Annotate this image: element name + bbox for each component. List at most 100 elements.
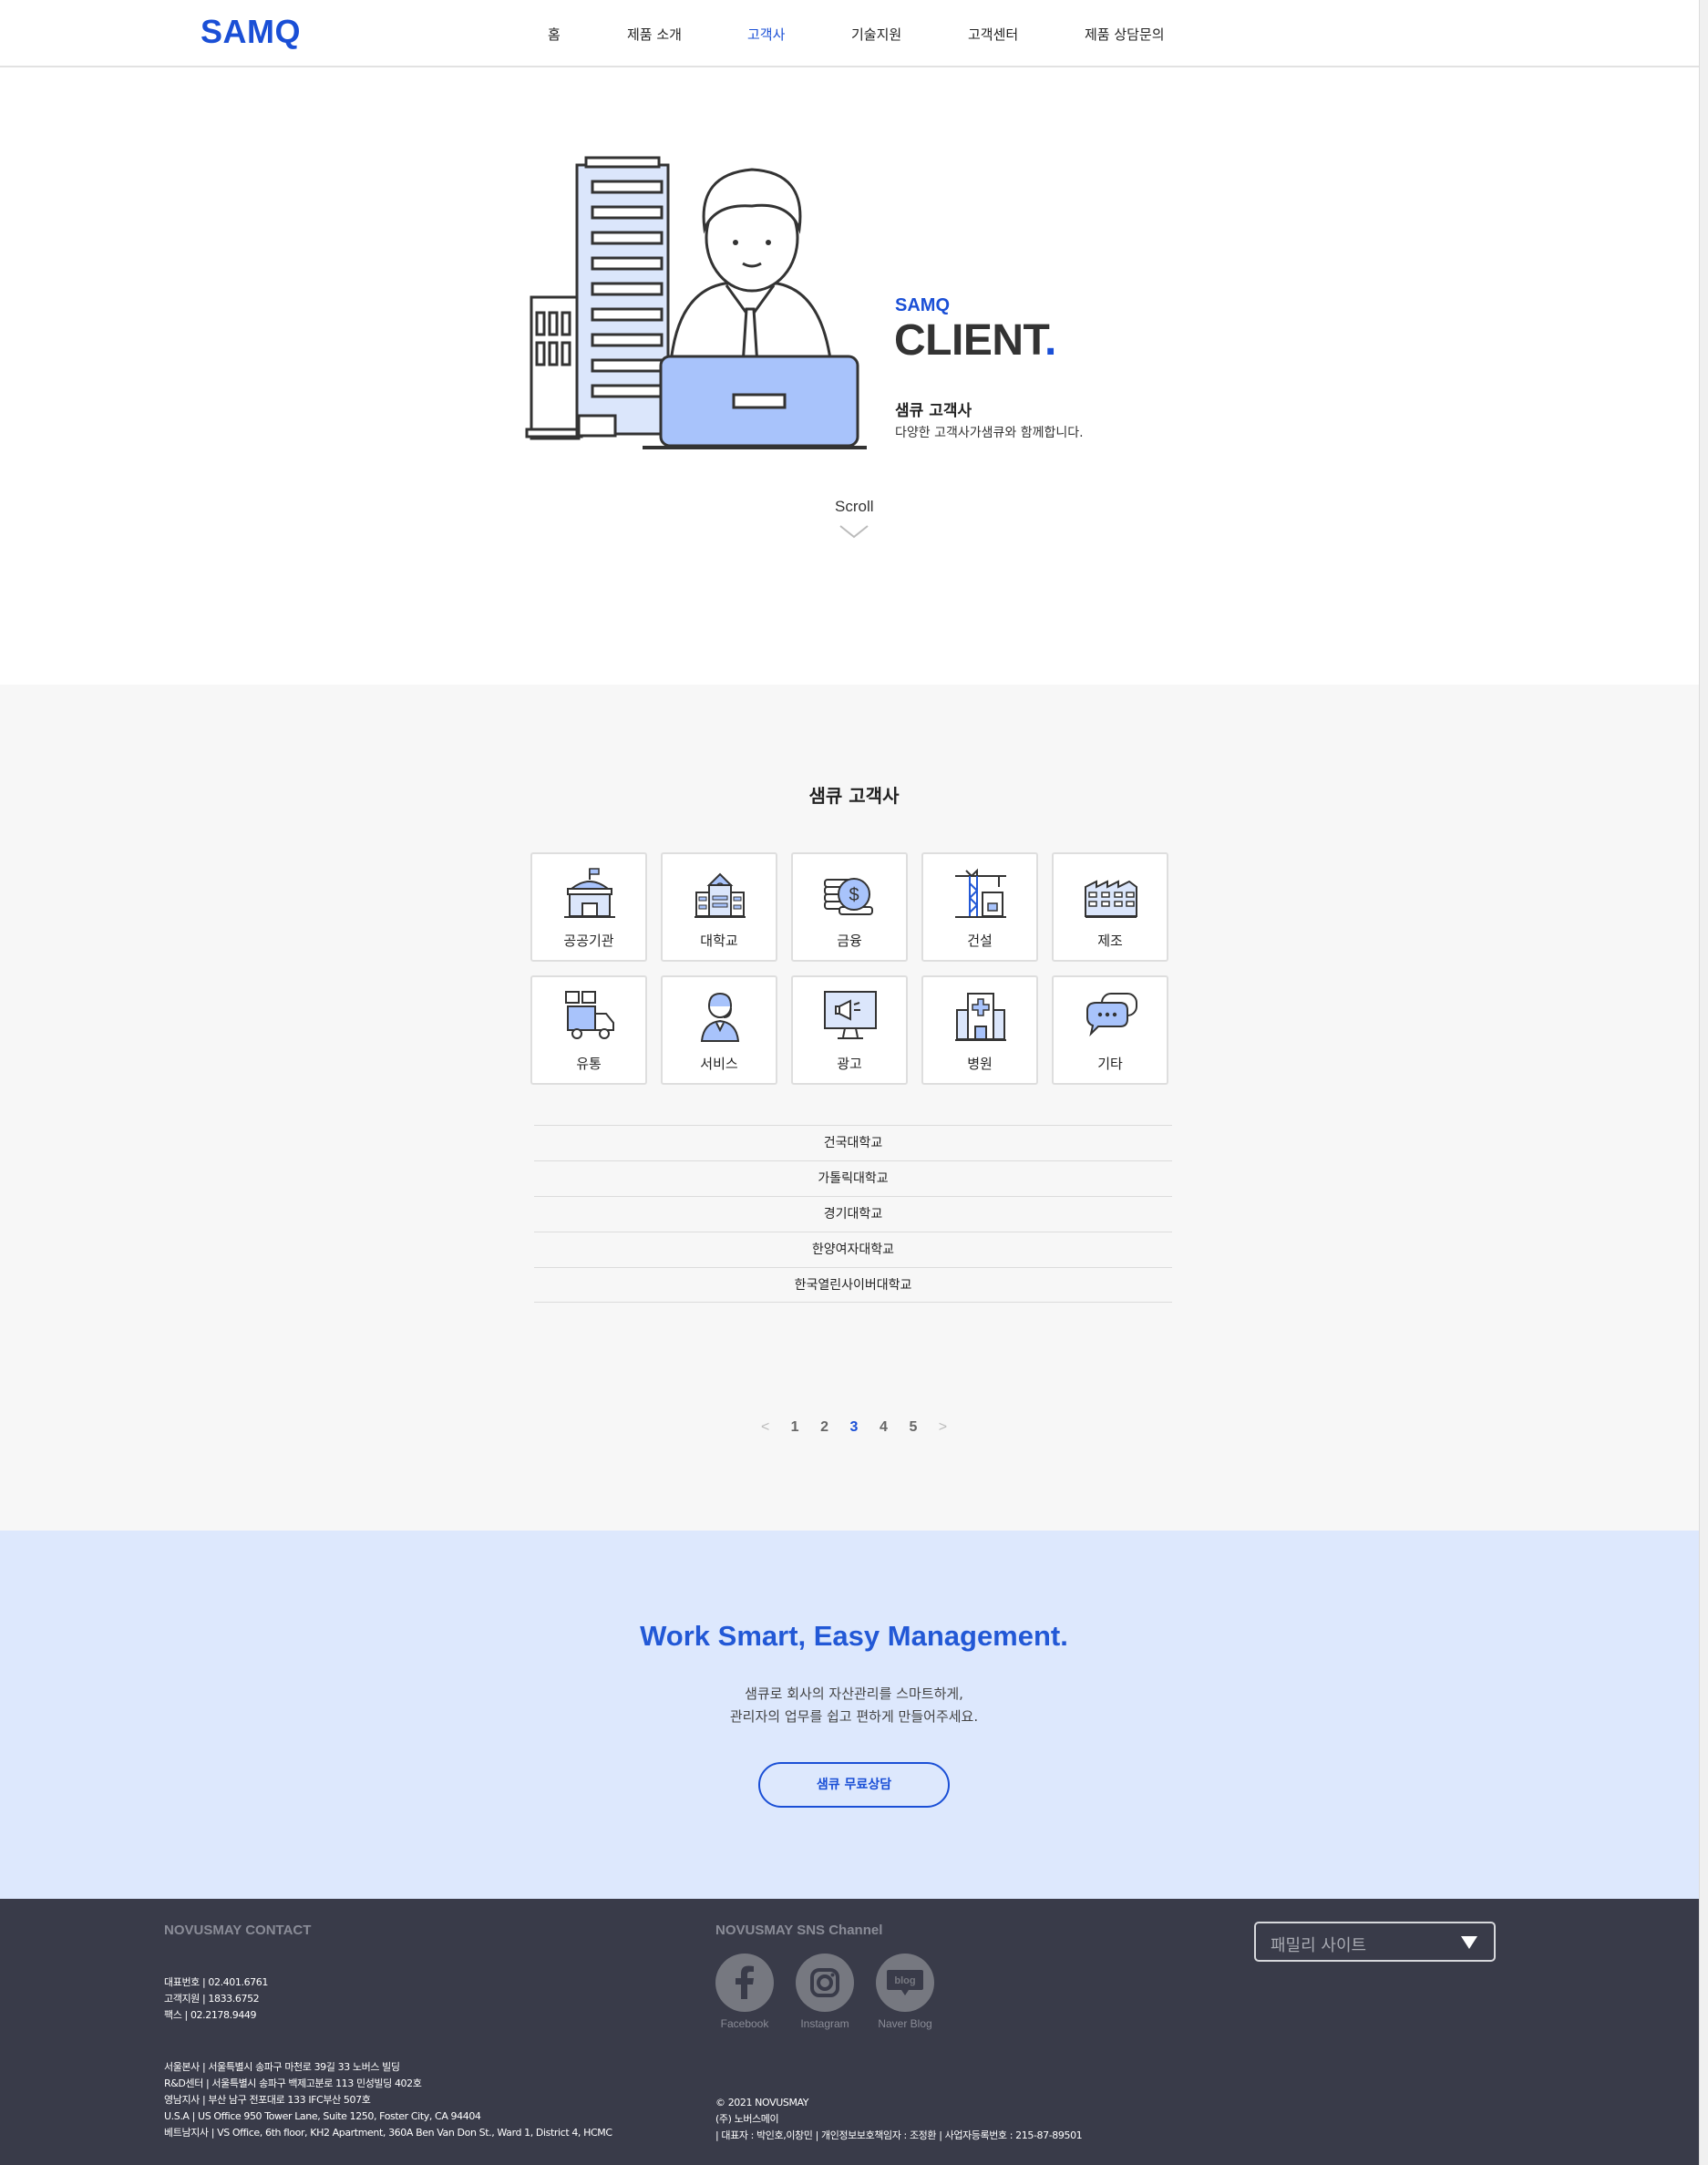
construction-crane-icon	[955, 868, 1006, 918]
pagination-next-button[interactable]: >	[930, 1419, 955, 1436]
footer-contact-line: 대표번호 | 02.401.6761	[164, 1976, 268, 1988]
category-advertising[interactable]: 광고	[791, 975, 908, 1085]
category-label: 기타	[1097, 1056, 1123, 1072]
nav-product-inquiry[interactable]: 제품 상담문의	[1085, 25, 1165, 44]
category-university[interactable]: 대학교	[661, 852, 777, 962]
free-consultation-button[interactable]: 샘큐 무료상담	[758, 1762, 950, 1808]
category-label: 대학교	[700, 933, 738, 949]
hero-brand: SAMQ	[895, 295, 950, 315]
clients-section: 샘큐 고객사 공공기관 대학교 $ 금융 건설 제조 유통 서비스 광고 병원 …	[0, 685, 1699, 1531]
hospital-icon	[955, 993, 1006, 1041]
svg-text:$: $	[849, 885, 859, 905]
family-site-label: 패밀리 사이트	[1271, 1936, 1367, 1955]
sns-label: Naver Blog	[878, 2017, 932, 2030]
cta-description-line-1: 샘큐로 회사의 자산관리를 스마트하게,	[745, 1686, 963, 1702]
footer-contact-line: 팩스 | 02.2178.9449	[164, 2009, 257, 2021]
pagination-page-5[interactable]: 5	[900, 1419, 926, 1436]
pagination-page-2[interactable]: 2	[812, 1419, 838, 1436]
footer-contact-list: 대표번호 | 02.401.6761 고객지원 | 1833.6752 팩스 |…	[164, 1974, 268, 2024]
sns-instagram-link[interactable]: Instagram	[793, 1954, 857, 2030]
category-label: 서비스	[700, 1056, 738, 1072]
footer-company-info: © 2021 NOVUSMAY (주) 노버스메이 | 대표자 : 박인호,이창…	[715, 2095, 1083, 2144]
advertising-monitor-icon	[824, 991, 877, 1039]
client-list-item: 경기대학교	[534, 1196, 1172, 1232]
pagination-page-1[interactable]: 1	[782, 1419, 808, 1436]
footer-office-list: 서울본사 | 서울특별시 송파구 마천로 39길 33 노버스 빌딩 R&D센터…	[164, 2059, 612, 2141]
category-label: 금융	[837, 933, 862, 949]
category-construction[interactable]: 건설	[921, 852, 1038, 962]
hero-title-dot: .	[1044, 316, 1056, 365]
pagination-prev-button[interactable]: <	[753, 1419, 778, 1436]
category-label: 광고	[837, 1056, 862, 1072]
footer-copyright: © 2021 NOVUSMAY	[715, 2097, 809, 2108]
naver-blog-icon: blog	[876, 1954, 934, 2012]
footer-sns-title: NOVUSMAY SNS Channel	[715, 1923, 883, 1938]
hero-section: SAMQ CLIENT. 샘큐 고객사 다양한 고객사가샘큐와 함께합니다. S…	[0, 67, 1699, 685]
category-hospital[interactable]: 병원	[921, 975, 1038, 1085]
footer-contact-line: 고객지원 | 1833.6752	[164, 1993, 260, 2005]
nav-customer-center[interactable]: 고객센터	[968, 25, 1018, 44]
nav-clients[interactable]: 고객사	[747, 25, 785, 44]
client-list-item: 건국대학교	[534, 1125, 1172, 1160]
family-site-select[interactable]: 패밀리 사이트	[1254, 1922, 1496, 1962]
category-finance[interactable]: $ 금융	[791, 852, 908, 962]
footer-legal-info: | 대표자 : 박인호,이창민 | 개인정보보호책임자 : 조정환 | 사업자등…	[715, 2129, 1083, 2141]
service-agent-icon	[700, 992, 740, 1042]
hero-title: CLIENT.	[894, 315, 1056, 366]
pagination-page-3[interactable]: 3	[841, 1419, 867, 1436]
category-etc[interactable]: 기타	[1052, 975, 1168, 1085]
caret-down-icon	[1461, 1936, 1477, 1949]
chevron-down-icon[interactable]	[839, 523, 869, 540]
category-label: 유통	[576, 1056, 602, 1072]
client-list-item: 한양여자대학교	[534, 1232, 1172, 1267]
nav-products[interactable]: 제품 소개	[627, 25, 682, 44]
footer: NOVUSMAY CONTACT 대표번호 | 02.401.6761 고객지원…	[0, 1899, 1699, 2165]
category-label: 공공기관	[563, 933, 614, 949]
category-service[interactable]: 서비스	[661, 975, 777, 1085]
vertical-scrollbar[interactable]	[1699, 0, 1708, 2165]
university-icon	[695, 872, 746, 918]
client-list-item: 가톨릭대학교	[534, 1160, 1172, 1196]
nav-tech-support[interactable]: 기술지원	[851, 25, 901, 44]
category-public[interactable]: 공공기관	[530, 852, 647, 962]
client-list-item: 한국열린사이버대학교	[534, 1267, 1172, 1303]
sns-label: Instagram	[800, 2017, 849, 2030]
pagination: < 1 2 3 4 5 >	[0, 1419, 1708, 1436]
category-label: 건설	[967, 933, 993, 949]
cta-title: Work Smart, Easy Management.	[640, 1620, 1068, 1652]
hero-subtitle: 샘큐 고객사	[895, 402, 972, 420]
nav-home[interactable]: 홈	[548, 25, 561, 44]
samq-logo[interactable]: SAMQ	[201, 13, 301, 51]
facebook-icon	[715, 1954, 774, 2012]
cta-section: Work Smart, Easy Management. 샘큐로 회사의 자산관…	[0, 1531, 1699, 1899]
sns-label: Facebook	[720, 2017, 769, 2030]
clients-section-title: 샘큐 고객사	[808, 785, 900, 807]
category-label: 병원	[967, 1056, 993, 1072]
footer-contact-title: NOVUSMAY CONTACT	[164, 1923, 312, 1938]
chat-bubble-icon	[1086, 993, 1137, 1037]
hero-description: 다양한 고객사가샘큐와 함께합니다.	[895, 426, 1084, 440]
sns-facebook-link[interactable]: Facebook	[713, 1954, 777, 2030]
client-list: 건국대학교 가톨릭대학교 경기대학교 한양여자대학교 한국열린사이버대학교	[534, 1125, 1172, 1303]
top-navigation-bar: SAMQ 홈 제품 소개 고객사 기술지원 고객센터 제품 상담문의	[0, 0, 1699, 67]
category-distribution[interactable]: 유통	[530, 975, 647, 1085]
factory-icon	[1085, 880, 1137, 918]
hero-title-text: CLIENT	[894, 316, 1045, 365]
footer-office-line: 베트남지사 | VS Office, 6th floor, KH2 Apartm…	[164, 2127, 612, 2139]
cta-description-line-2: 관리자의 업무를 쉽고 편하게 만들어주세요.	[729, 1708, 979, 1725]
pagination-page-4[interactable]: 4	[870, 1419, 896, 1436]
cta-description: 샘큐로 회사의 자산관리를 스마트하게, 관리자의 업무를 쉽고 편하게 만들어…	[0, 1683, 1708, 1728]
category-label: 제조	[1097, 933, 1123, 949]
footer-company-name: (주) 노버스메이	[715, 2113, 779, 2125]
footer-office-line: U.S.A | US Office 950 Tower Lane, Suite …	[164, 2110, 481, 2122]
sns-naver-blog-link[interactable]: blog Naver Blog	[873, 1954, 937, 2030]
scroll-label[interactable]: Scroll	[835, 498, 874, 516]
finance-coins-icon: $	[824, 878, 873, 915]
delivery-truck-icon	[565, 991, 614, 1039]
category-manufacturing[interactable]: 제조	[1052, 852, 1168, 962]
businessman-building-illustration	[525, 156, 867, 449]
government-building-icon	[564, 868, 615, 918]
footer-office-line: 서울본사 | 서울특별시 송파구 마천로 39길 33 노버스 빌딩	[164, 2061, 400, 2073]
footer-office-line: R&D센터 | 서울특별시 송파구 백제고분로 113 민성빌딩 402호	[164, 2077, 422, 2089]
instagram-icon	[796, 1954, 854, 2012]
